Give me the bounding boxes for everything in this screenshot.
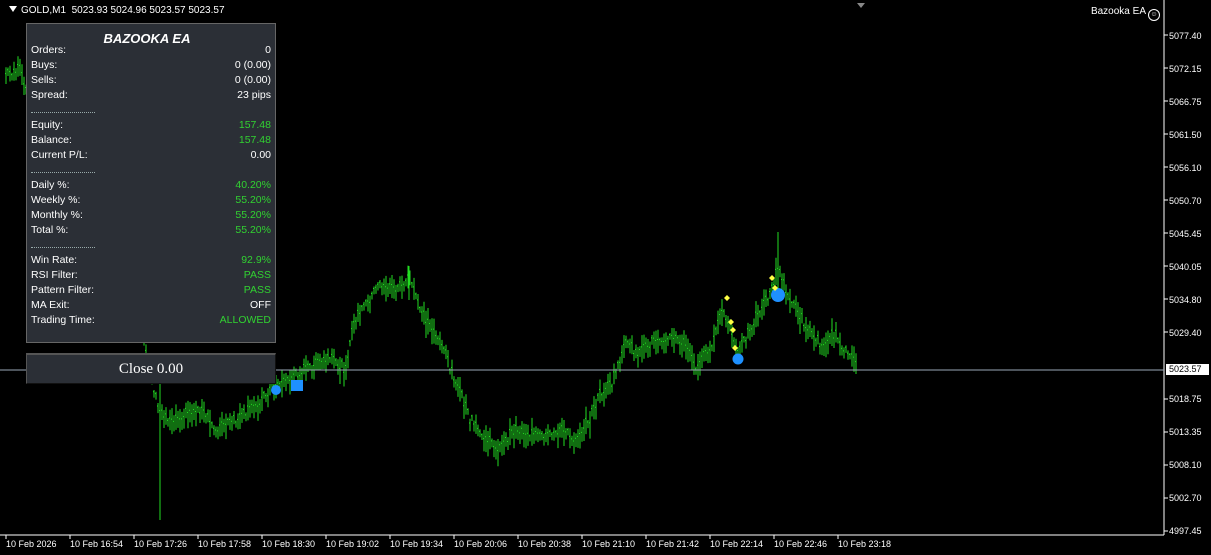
panel-row: MA Exit: OFF (31, 299, 271, 314)
panel-row-label: RSI Filter: (31, 269, 78, 281)
time-tick-label: 10 Feb 20:06 (454, 539, 508, 549)
panel-row-value: ALLOWED (219, 314, 271, 326)
panel-row-label: Spread: (31, 89, 68, 101)
panel-row-label: Current P/L: (31, 149, 88, 161)
price-tick-label: 5077.40 (1169, 31, 1202, 41)
panel-row: RSI Filter: PASS (31, 269, 271, 284)
price-tick-label: 5061.50 (1169, 130, 1202, 140)
chart-shift-marker-icon[interactable] (857, 3, 865, 8)
panel-row: Monthly %: 55.20% (31, 209, 271, 224)
dropdown-triangle-icon[interactable] (9, 6, 17, 12)
time-tick-label: 10 Feb 17:26 (134, 539, 188, 549)
panel-row-label: Orders: (31, 44, 67, 56)
signal-arrow-icon (730, 327, 736, 333)
panel-row-value: PASS (243, 284, 271, 296)
panel-row-label: Trading Time: (31, 314, 95, 326)
panel-row-value: 23 pips (237, 89, 271, 101)
panel-row-value: PASS (243, 269, 271, 281)
trade-entry-marker (732, 353, 744, 365)
panel-row-value: 0 (0.00) (234, 59, 271, 71)
panel-row-label: Buys: (31, 59, 58, 71)
panel-separator (31, 172, 95, 173)
panel-row: Win Rate: 92.9% (31, 254, 271, 269)
panel-row-value: OFF (250, 299, 271, 311)
price-tick-label: 5040.05 (1169, 262, 1202, 272)
signal-arrow-icon (728, 319, 734, 325)
symbol-quote: 5023.93 5024.96 5023.57 5023.57 (71, 5, 225, 16)
panel-row-value: 157.48 (238, 134, 271, 146)
trade-entry-marker (271, 385, 281, 395)
trade-entry-marker (291, 380, 303, 391)
time-tick-label: 10 Feb 22:14 (710, 539, 764, 549)
panel-row-value: 0 (265, 44, 271, 56)
panel-row: Trading Time: ALLOWED (31, 314, 271, 329)
panel-row: Sells: 0 (0.00) (31, 74, 271, 89)
panel-row: Total %: 55.20% (31, 224, 271, 239)
time-tick-label: 10 Feb 18:30 (262, 539, 316, 549)
panel-row-label: Weekly %: (31, 194, 81, 206)
current-price-label: 5023.57 (1166, 364, 1209, 375)
time-tick-label: 10 Feb 19:02 (326, 539, 380, 549)
time-tick-label: 10 Feb 19:34 (390, 539, 444, 549)
price-tick-label: 5050.70 (1169, 196, 1202, 206)
price-tick-label: 5013.35 (1169, 427, 1202, 437)
panel-row: Balance: 157.48 (31, 134, 271, 149)
close-orders-button[interactable]: Close 0.00 (26, 353, 276, 384)
panel-row: Current P/L: 0.00 (31, 149, 271, 164)
smiley-icon: ☺ (1148, 9, 1160, 21)
signal-arrow-icon (724, 295, 730, 301)
panel-row-value: 55.20% (235, 224, 271, 236)
price-tick-label: 5002.70 (1169, 493, 1202, 503)
time-tick-label: 10 Feb 17:58 (198, 539, 252, 549)
price-tick-label: 5018.75 (1169, 394, 1202, 404)
time-tick-label: 10 Feb 20:38 (518, 539, 572, 549)
time-tick-label: 10 Feb 16:54 (70, 539, 124, 549)
panel-row-label: Total %: (31, 224, 69, 236)
panel-row: Equity: 157.48 (31, 119, 271, 134)
panel-row: Daily %: 40.20% (31, 179, 271, 194)
panel-separator (31, 247, 95, 248)
panel-row-label: Daily %: (31, 179, 70, 191)
time-tick-label: 10 Feb 22:46 (774, 539, 828, 549)
time-tick-label: 10 Feb 21:42 (646, 539, 700, 549)
panel-row: Pattern Filter: PASS (31, 284, 271, 299)
time-tick-label: 10 Feb 21:10 (582, 539, 636, 549)
panel-row-value: 0 (0.00) (234, 74, 271, 86)
price-tick-label: 5045.45 (1169, 229, 1202, 239)
ea-info-panel: BAZOOKA EA Orders: 0 Buys: 0 (0.00) Sells: 0 … (26, 23, 276, 343)
time-tick-label: 10 Feb 23:18 (838, 539, 892, 549)
price-tick-label: 5056.10 (1169, 163, 1202, 173)
panel-separator (31, 112, 95, 113)
panel-row-label: Equity: (31, 119, 64, 131)
price-tick-label: 5066.75 (1169, 97, 1202, 107)
panel-row-value: 92.9% (241, 254, 271, 266)
price-tick-label: 5029.40 (1169, 328, 1202, 338)
price-tick-label: 5072.15 (1169, 64, 1202, 74)
panel-row-value: 40.20% (235, 179, 271, 191)
price-tick-label: 4997.45 (1169, 526, 1202, 536)
panel-row-label: MA Exit: (31, 299, 70, 311)
panel-row: Orders: 0 (31, 44, 271, 59)
panel-row-value: 55.20% (235, 194, 271, 206)
panel-row: Buys: 0 (0.00) (31, 59, 271, 74)
ea-name-text: Bazooka EA (1090, 6, 1146, 17)
price-tick-label: 5008.10 (1169, 460, 1202, 470)
symbol-info: GOLD,M1 5023.93 5024.96 5023.57 5023.57 (9, 5, 225, 16)
trade-entry-marker (771, 288, 785, 302)
panel-row-value: 157.48 (238, 119, 271, 131)
panel-row: Weekly %: 55.20% (31, 194, 271, 209)
panel-row-label: Sells: (31, 74, 57, 86)
symbol-name: GOLD,M1 (21, 5, 67, 16)
price-tick-label: 5034.80 (1169, 295, 1202, 305)
panel-row-label: Win Rate: (31, 254, 78, 266)
time-tick-label: 10 Feb 2026 (6, 539, 57, 549)
panel-row-value: 55.20% (235, 209, 271, 221)
panel-row-label: Pattern Filter: (31, 284, 95, 296)
panel-row: Spread: 23 pips (31, 89, 271, 104)
panel-row-value: 0.00 (250, 149, 271, 161)
panel-row-label: Monthly %: (31, 209, 83, 221)
expert-advisor-label[interactable]: Bazooka EA ☺ (1091, 6, 1160, 21)
panel-row-label: Balance: (31, 134, 72, 146)
